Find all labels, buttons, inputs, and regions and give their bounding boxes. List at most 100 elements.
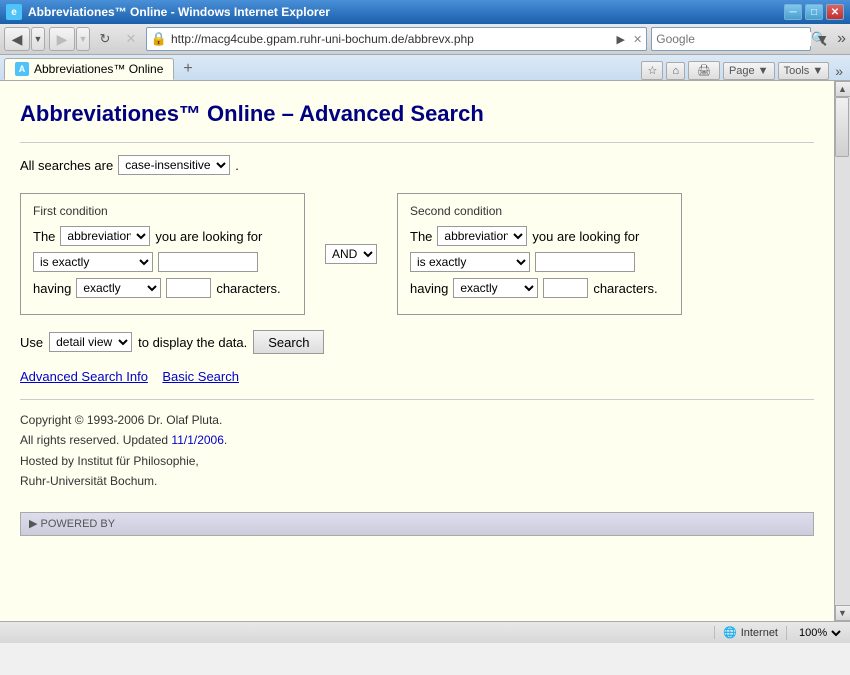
second-count-select[interactable]: exactly at least at most <box>453 278 538 298</box>
display-select[interactable]: detail view list view <box>49 332 132 352</box>
favorites-button[interactable]: ☆ <box>641 61 663 80</box>
internet-zone: 🌐 Internet <box>714 626 778 639</box>
use-row: Use detail view list view to display the… <box>20 330 814 354</box>
powered-by-bar: ▶ POWERED BY <box>20 512 814 536</box>
app-icon: e <box>6 4 22 20</box>
toolbar-expand-button[interactable]: » <box>832 63 846 79</box>
footer-line2-prefix: All rights reserved. Updated <box>20 433 171 447</box>
footer-line2-suffix: . <box>224 433 227 447</box>
address-text[interactable]: http://macg4cube.gpam.ruhr-uni-bochum.de… <box>171 32 609 46</box>
toolbar-more-button[interactable]: » <box>837 30 846 48</box>
connector-select[interactable]: AND OR <box>325 244 377 264</box>
new-tab-button[interactable]: + <box>176 58 199 80</box>
tab-abbreviationes[interactable]: A Abbreviationes™ Online <box>4 58 174 80</box>
second-count-input[interactable] <box>543 278 588 298</box>
powered-by-stub: ▶ POWERED BY <box>20 512 814 536</box>
home-button[interactable]: ⌂ <box>666 62 685 80</box>
print-button[interactable]: 🖨 <box>688 61 720 80</box>
maximize-button[interactable]: □ <box>805 4 823 20</box>
forward-button[interactable]: ▶ <box>49 27 75 51</box>
search-button[interactable]: Search <box>253 330 324 354</box>
search-options-button[interactable]: ▼ <box>815 31 829 47</box>
tab-label: Abbreviationes™ Online <box>34 62 163 76</box>
nav-toolbar: ◀ ▼ ▶ ▼ ↻ ✕ 🔒 http://macg4cube.gpam.ruhr… <box>0 24 850 55</box>
forward-group: ▶ ▼ <box>49 27 90 51</box>
case-select[interactable]: case-insensitive case-sensitive <box>118 155 230 175</box>
divider-1 <box>20 142 814 143</box>
scrollbar: ▲ ▼ <box>834 81 850 621</box>
minimize-button[interactable]: ─ <box>784 4 802 20</box>
tab-favicon: A <box>15 62 29 76</box>
advanced-search-info-link[interactable]: Advanced Search Info <box>20 369 148 384</box>
footer-divider <box>20 399 814 400</box>
zoom-select[interactable]: 100% 75% 125% <box>795 626 844 640</box>
first-match-row: is exactly contains starts with ends wit… <box>33 252 292 272</box>
first-count-input[interactable] <box>166 278 211 298</box>
page-menu-button[interactable]: Page ▼ <box>723 62 775 80</box>
second-field-select[interactable]: abbreviation expansion <box>437 226 527 246</box>
footer: Copyright © 1993-2006 Dr. Olaf Pluta. Al… <box>20 410 814 492</box>
address-bar: 🔒 http://macg4cube.gpam.ruhr-uni-bochum.… <box>146 27 647 51</box>
internet-icon: 🌐 <box>723 626 737 639</box>
search-bar: 🔍 <box>651 27 811 51</box>
display-suffix: to display the data. <box>138 335 247 350</box>
footer-line3: Hosted by Institut für Philosophie, <box>20 451 814 471</box>
first-field-select[interactable]: abbreviation expansion <box>60 226 150 246</box>
stop-button[interactable]: ✕ <box>120 27 142 51</box>
address-go-button[interactable]: ▶ <box>613 31 629 48</box>
second-chars-label: characters. <box>593 281 657 296</box>
window-controls: ─ □ ✕ <box>784 4 844 20</box>
internet-label: Internet <box>741 627 778 639</box>
scroll-thumb[interactable] <box>835 97 849 157</box>
first-match-select[interactable]: is exactly contains starts with ends wit… <box>33 252 153 272</box>
footer-update-link[interactable]: 11/1/2006 <box>171 433 224 447</box>
tools-menu-button[interactable]: Tools ▼ <box>778 62 830 80</box>
first-having-row: having exactly at least at most characte… <box>33 278 292 298</box>
second-match-select[interactable]: is exactly contains starts with ends wit… <box>410 252 530 272</box>
first-match-input[interactable] <box>158 252 258 272</box>
titlebar: e Abbreviationes™ Online - Windows Inter… <box>0 0 850 24</box>
first-having-label: having <box>33 281 71 296</box>
use-label: Use <box>20 335 43 350</box>
first-condition-title: First condition <box>33 204 292 218</box>
first-field-row: The abbreviation expansion you are looki… <box>33 226 292 246</box>
browser-search-input[interactable] <box>656 32 811 46</box>
first-the-label: The <box>33 229 55 244</box>
first-condition-box: First condition The abbreviation expansi… <box>20 193 305 315</box>
back-button[interactable]: ◀ <box>4 27 30 51</box>
basic-search-link[interactable]: Basic Search <box>162 369 239 384</box>
scroll-up-button[interactable]: ▲ <box>835 81 850 97</box>
refresh-button[interactable]: ↻ <box>94 27 116 51</box>
footer-line2: All rights reserved. Updated 11/1/2006. <box>20 430 814 450</box>
first-chars-label: characters. <box>216 281 280 296</box>
second-having-row: having exactly at least at most characte… <box>410 278 669 298</box>
close-button[interactable]: ✕ <box>826 4 844 20</box>
second-field-row: The abbreviation expansion you are looki… <box>410 226 669 246</box>
page-icon: 🔒 <box>151 31 167 47</box>
searches-note: All searches are case-insensitive case-s… <box>20 155 814 175</box>
back-dropdown[interactable]: ▼ <box>31 27 45 51</box>
forward-dropdown[interactable]: ▼ <box>76 27 90 51</box>
footer-line4: Ruhr-Universität Bochum. <box>20 471 814 491</box>
content-wrapper: Abbreviationes™ Online – Advanced Search… <box>0 81 850 621</box>
back-group: ◀ ▼ <box>4 27 45 51</box>
scroll-down-button[interactable]: ▼ <box>835 605 850 621</box>
statusbar: 🌐 Internet 100% 75% 125% <box>0 621 850 643</box>
scroll-thumb-area <box>835 97 850 605</box>
second-match-input[interactable] <box>535 252 635 272</box>
second-condition-title: Second condition <box>410 204 669 218</box>
zoom-control: 100% 75% 125% <box>786 626 844 640</box>
scroll-area[interactable]: Abbreviationes™ Online – Advanced Search… <box>0 81 834 621</box>
window-title: Abbreviationes™ Online - Windows Interne… <box>28 5 330 19</box>
tabbar-right: ☆ ⌂ 🖨 Page ▼ Tools ▼ » <box>641 61 846 80</box>
powered-by-text: ▶ POWERED BY <box>29 517 115 530</box>
second-having-label: having <box>410 281 448 296</box>
statusbar-right: 🌐 Internet 100% 75% 125% <box>714 626 844 640</box>
tab-bar: A Abbreviationes™ Online + ☆ ⌂ 🖨 Page ▼ … <box>0 55 850 81</box>
address-refresh[interactable]: ✕ <box>633 33 642 46</box>
second-looking-label: you are looking for <box>532 229 639 244</box>
second-match-row: is exactly contains starts with ends wit… <box>410 252 669 272</box>
searches-suffix: . <box>235 158 239 173</box>
page-title: Abbreviationes™ Online – Advanced Search <box>20 101 814 127</box>
first-count-select[interactable]: exactly at least at most <box>76 278 161 298</box>
